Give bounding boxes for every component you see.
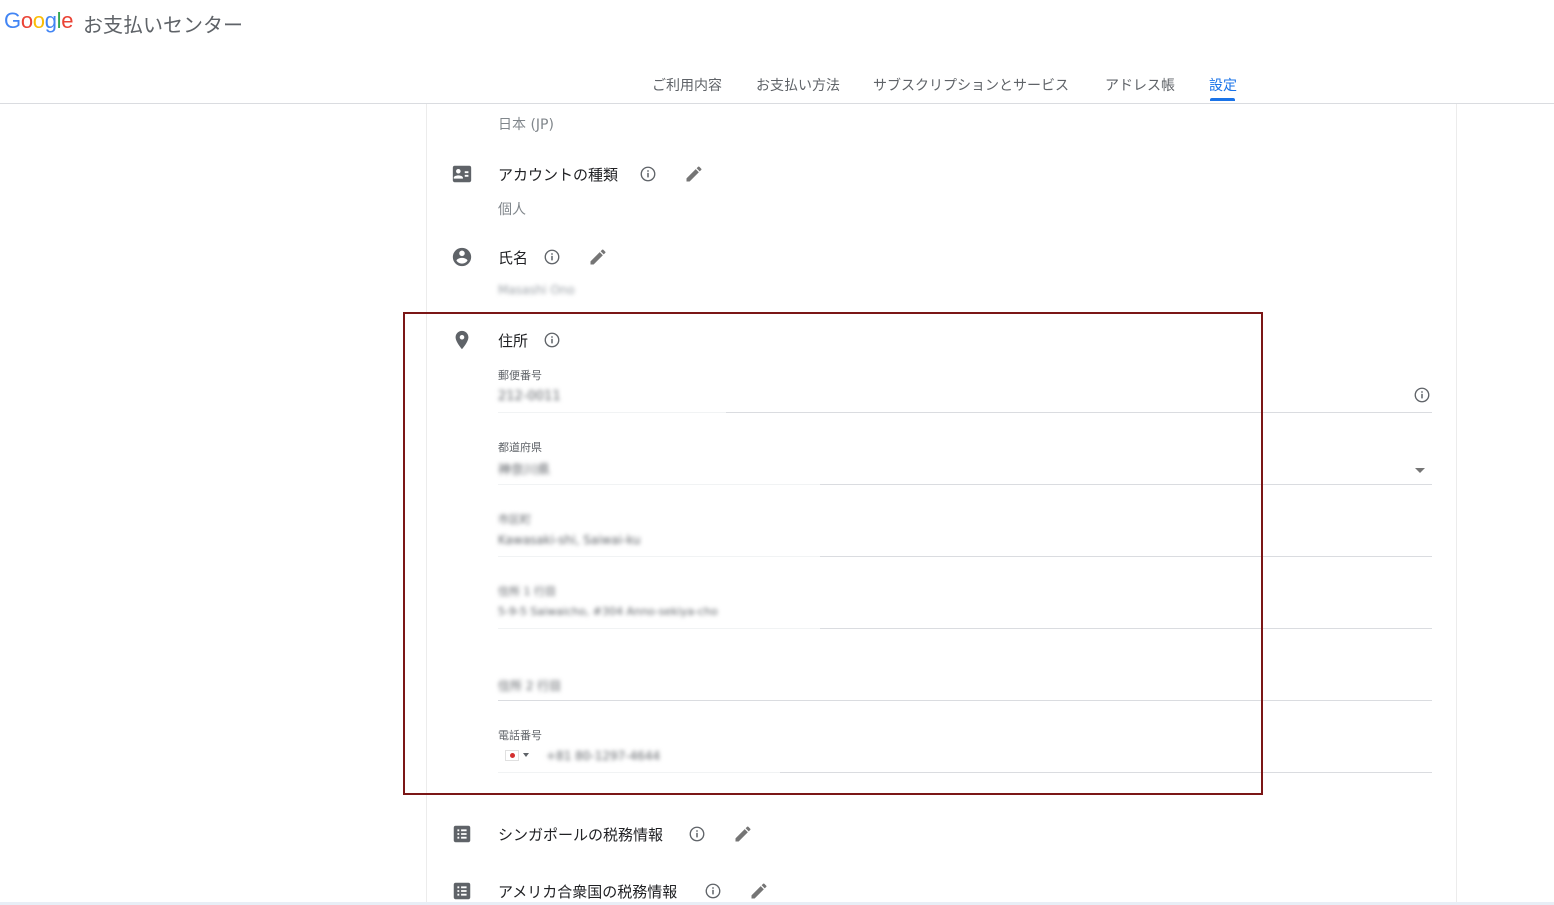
address-highlight-box [403, 312, 1263, 795]
app-title: お支払いセンター [83, 13, 243, 37]
name-title: 氏名 [498, 249, 529, 267]
country-value: 日本 (JP) [498, 117, 554, 133]
tab-subscriptions[interactable]: サブスクリプションとサービス [873, 75, 1069, 95]
logo-letter: e [61, 8, 74, 33]
account-type-title: アカウントの種類 [498, 166, 619, 184]
account-card-icon [451, 163, 473, 185]
info-icon[interactable] [704, 882, 722, 900]
main-tabs: ご利用内容 お支払い方法 サブスクリプションとサービス アドレス帳 設定 [0, 75, 1554, 103]
active-tab-indicator [1210, 98, 1235, 101]
logo-letter: o [20, 8, 33, 33]
list-icon [451, 880, 473, 902]
us-tax-title: アメリカ合衆国の税務情報 [498, 883, 678, 901]
info-icon[interactable] [1413, 386, 1431, 404]
tab-address-book[interactable]: アドレス帳 [1105, 75, 1175, 95]
info-icon[interactable] [543, 248, 561, 266]
tab-payment-methods[interactable]: お支払い方法 [756, 75, 840, 95]
name-value: Masashi Ono [498, 283, 575, 297]
edit-us-tax-icon[interactable] [749, 881, 769, 901]
logo-letter: o [32, 8, 45, 33]
tab-settings[interactable]: 設定 [1209, 75, 1237, 95]
edit-singapore-tax-icon[interactable] [733, 824, 753, 844]
singapore-tax-title: シンガポールの税務情報 [498, 826, 664, 844]
info-icon[interactable] [688, 825, 706, 843]
person-circle-icon [451, 246, 473, 268]
edit-name-icon[interactable] [588, 247, 608, 267]
account-type-value: 個人 [498, 202, 526, 218]
edit-account-type-icon[interactable] [684, 164, 704, 184]
google-logo[interactable]: Google [4, 8, 73, 34]
page-header: Google お支払いセンター ご利用内容 お支払い方法 サブスクリプションとサ… [0, 0, 1554, 104]
info-icon[interactable] [639, 165, 657, 183]
logo-letter: G [4, 8, 21, 33]
list-icon [451, 823, 473, 845]
tab-usage[interactable]: ご利用内容 [652, 75, 722, 95]
logo-letter: g [44, 8, 57, 33]
chevron-down-icon[interactable] [1415, 468, 1425, 473]
